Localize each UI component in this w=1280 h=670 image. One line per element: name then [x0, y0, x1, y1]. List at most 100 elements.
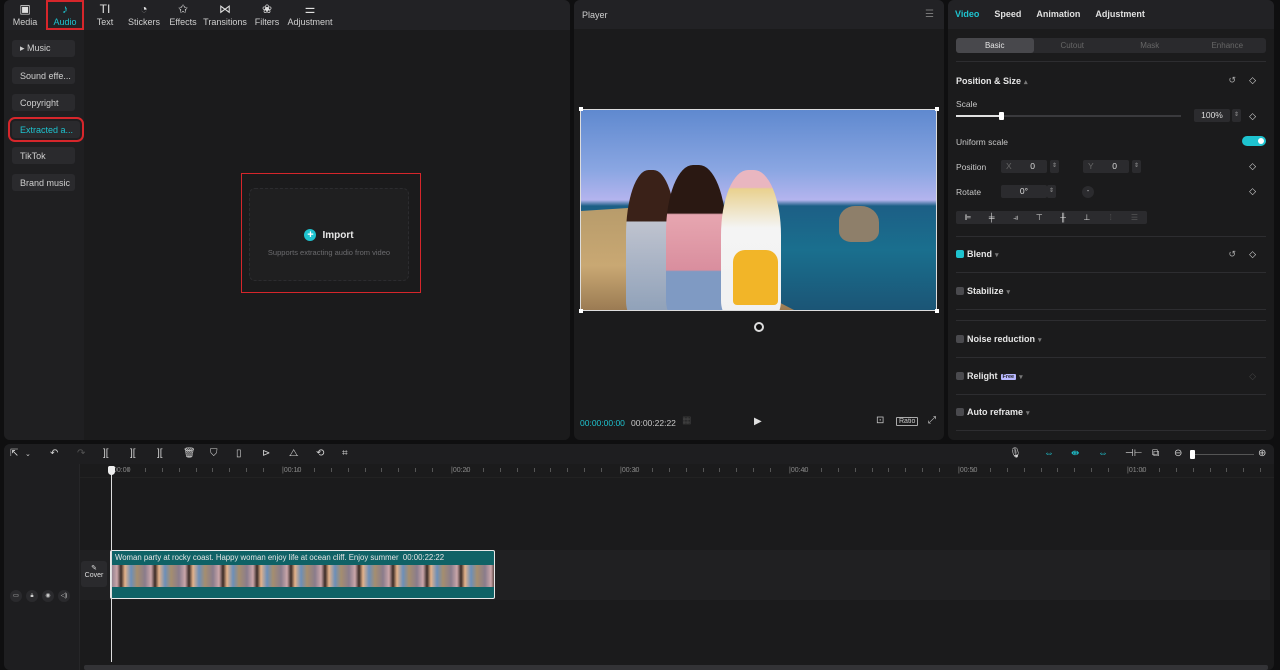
relight-checkbox[interactable]	[956, 372, 964, 380]
scale-slider-handle[interactable]	[999, 112, 1004, 120]
uniform-scale-toggle[interactable]	[1242, 136, 1266, 146]
timeline-ruler[interactable]: 00:00 |00:10 |00:20 |00:30 |00:40 |00:50 |01:0…	[80, 464, 1274, 478]
timeline-zoom-slider[interactable]	[1194, 454, 1254, 455]
position-x-stepper[interactable]: ⇕	[1050, 160, 1059, 173]
distribute-v-icon[interactable]: ☰	[1123, 211, 1147, 224]
microphone-icon[interactable]: 🎙︎	[1009, 448, 1022, 459]
tab-stickers[interactable]: ◔ Stickers	[124, 0, 164, 30]
position-keyframe-icon[interactable]: ◇	[1249, 161, 1256, 172]
crop-icon[interactable]: ⌗	[342, 448, 348, 459]
align-top-icon[interactable]: ⊤	[1027, 211, 1051, 224]
auto-reframe-checkbox[interactable]	[956, 408, 964, 416]
rotate-input[interactable]: 0°	[1001, 185, 1047, 198]
category-tiktok[interactable]: TikTok	[12, 147, 75, 164]
category-copyright[interactable]: Copyright	[12, 94, 75, 111]
stabilize-checkbox[interactable]	[956, 287, 964, 295]
eye-icon[interactable]: ◉	[42, 590, 54, 602]
tab-effects[interactable]: ✩ Effects	[164, 0, 202, 30]
zoom-in-icon[interactable]: ⊕	[1258, 448, 1266, 459]
tab-filters[interactable]: ❀ Filters	[248, 0, 286, 30]
align-center-h-icon[interactable]: ╪	[980, 211, 1004, 224]
playhead[interactable]	[111, 466, 112, 662]
mirror-icon[interactable]: ⧍	[289, 448, 298, 459]
track-video-icon[interactable]: ▭	[10, 590, 22, 602]
blend-heading[interactable]: Blend ▾	[967, 249, 999, 259]
blend-checkbox[interactable]	[956, 250, 964, 258]
reverse-icon[interactable]: ⊳	[262, 448, 270, 459]
tab-video[interactable]: Video	[955, 9, 979, 20]
rotate-icon[interactable]: ⟲	[316, 448, 324, 459]
position-y-stepper[interactable]: ⇕	[1132, 160, 1141, 173]
tab-adjustment[interactable]: Adjustment	[1095, 9, 1145, 20]
redo-icon[interactable]: ↷	[77, 448, 85, 459]
freeze-icon[interactable]: ▯	[236, 448, 242, 459]
split-right-icon[interactable]: ][	[157, 448, 163, 459]
scale-keyframe-icon[interactable]: ◇	[1249, 111, 1256, 122]
rotate-keyframe-icon[interactable]: ◇	[1249, 186, 1256, 197]
delete-icon[interactable]: 🗑︎	[183, 448, 196, 459]
marker-icon[interactable]: ⛉	[210, 448, 218, 459]
distribute-h-icon[interactable]: ⁞	[1099, 211, 1123, 224]
category-extracted-audio[interactable]: Extracted a...	[8, 117, 84, 142]
align-left-icon[interactable]: ⊫	[956, 211, 980, 224]
relight-keyframe-icon[interactable]: ◇	[1249, 371, 1256, 382]
video-preview[interactable]	[580, 109, 937, 311]
zoom-out-icon[interactable]: ⊖	[1174, 448, 1182, 459]
subtab-cutout[interactable]: Cutout	[1034, 38, 1112, 53]
link-clips-icon[interactable]: ⇔	[1098, 448, 1108, 459]
scale-stepper[interactable]: ⇕	[1232, 109, 1241, 122]
menu-icon[interactable]: ☰	[925, 9, 934, 20]
playhead-handle[interactable]	[108, 466, 115, 475]
play-icon[interactable]: ▶	[754, 416, 762, 427]
split-view-icon[interactable]: ⊣⊢	[1125, 448, 1142, 459]
import-dropzone[interactable]: + Import Supports extracting audio from v…	[249, 188, 409, 281]
timeline-scrollbar[interactable]	[84, 665, 1268, 670]
align-right-icon[interactable]: ⫣	[1004, 211, 1028, 224]
timeline-zoom-handle[interactable]	[1190, 450, 1195, 459]
undo-icon[interactable]: ↶	[50, 448, 58, 459]
position-size-heading[interactable]: Position & Size ▴	[956, 76, 1028, 86]
split-left-icon[interactable]: ][	[130, 448, 136, 459]
snap-icon[interactable]: ⇼	[1071, 448, 1079, 459]
tab-speed[interactable]: Speed	[994, 9, 1021, 20]
rotate-stepper[interactable]: ⇕	[1047, 185, 1056, 198]
keyframe-icon[interactable]: ◇	[1249, 75, 1256, 86]
category-music[interactable]: ▸ Music	[12, 40, 75, 57]
video-clip[interactable]: Woman party at rocky coast. Happy woman …	[110, 550, 495, 599]
chevron-down-icon[interactable]: ⌄	[25, 450, 31, 458]
tab-text[interactable]: TI Text	[86, 0, 124, 30]
scale-input[interactable]: 100%	[1194, 109, 1230, 122]
align-middle-v-icon[interactable]: ╫	[1051, 211, 1075, 224]
align-bottom-icon[interactable]: ⊥	[1075, 211, 1099, 224]
auto-reframe-heading[interactable]: Auto reframe ▾	[967, 407, 1030, 417]
blend-reset-icon[interactable]: ↺	[1228, 249, 1236, 260]
noise-reduction-heading[interactable]: Noise reduction ▾	[967, 334, 1042, 344]
tab-adjustment[interactable]: ⚌ Adjustment	[286, 0, 334, 30]
ratio-button[interactable]: Ratio	[896, 417, 919, 426]
relight-heading[interactable]: Relight Free ▾	[967, 371, 1023, 381]
lock-icon[interactable]: 🔒︎	[26, 590, 38, 602]
rotate-handle[interactable]	[754, 322, 764, 332]
cover-button[interactable]: ✎ Cover	[81, 561, 107, 587]
blend-keyframe-icon[interactable]: ◇	[1249, 249, 1256, 260]
category-sound-effects[interactable]: Sound effe...	[12, 67, 75, 84]
position-x-input[interactable]: X0	[1001, 160, 1047, 173]
select-tool-icon[interactable]: ⇱	[10, 448, 18, 459]
tab-media[interactable]: ▣ Media	[6, 0, 44, 30]
preview-axis-icon[interactable]: ⧉	[1152, 448, 1159, 459]
position-y-input[interactable]: Y0	[1083, 160, 1129, 173]
rotate-dial[interactable]: -	[1082, 186, 1094, 198]
subtab-enhance[interactable]: Enhance	[1189, 38, 1267, 53]
subtab-mask[interactable]: Mask	[1111, 38, 1189, 53]
tab-audio[interactable]: ♪ Audio	[46, 0, 84, 30]
subtab-basic[interactable]: Basic	[956, 38, 1034, 53]
category-brand-music[interactable]: Brand music	[12, 174, 75, 191]
tab-animation[interactable]: Animation	[1036, 9, 1080, 20]
tab-transitions[interactable]: ⋈ Transitions	[202, 0, 248, 30]
link-main-track-icon[interactable]: ⇔	[1044, 448, 1054, 459]
stabilize-heading[interactable]: Stabilize ▾	[967, 286, 1010, 296]
reset-icon[interactable]: ↺	[1228, 75, 1236, 86]
scale-slider[interactable]	[956, 112, 1181, 120]
split-icon[interactable]: ][	[103, 448, 109, 459]
zoom-fit-icon[interactable]: ⊡	[876, 415, 884, 426]
